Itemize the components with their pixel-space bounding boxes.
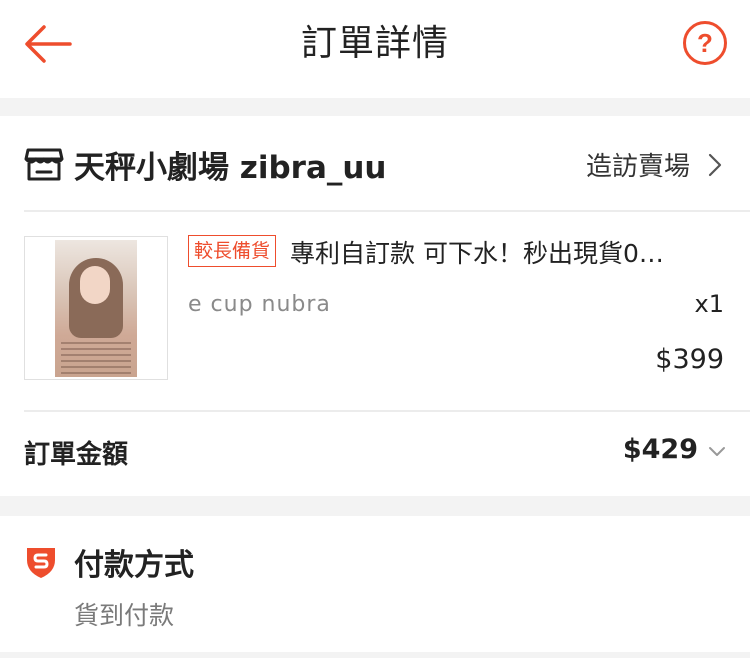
shop-row[interactable]: 天秤小劇場 zibra_uu 造訪賣場 [0,116,750,210]
order-total-label: 訂單金額 [24,440,129,470]
top-app-bar: 訂單詳情 ? [0,0,750,98]
shield-s-icon [27,548,55,578]
preorder-badge: 較長備貨 [188,235,277,267]
order-total-row[interactable]: 訂單金額 $429 [0,412,750,496]
product-photo [55,240,137,377]
help-glyph: ? [697,28,713,58]
product-title: 專利自訂款 可下水！秒出現貨0… [290,239,664,268]
question-circle-icon[interactable]: ? [682,20,728,66]
payment-method-value: 貨到付款 [74,601,175,630]
chevron-right-icon [708,153,722,176]
product-thumbnail[interactable] [24,236,168,380]
chevron-down-icon[interactable] [708,446,726,458]
visit-shop-label: 造訪賣場 [585,152,690,182]
order-card: 天秤小劇場 zibra_uu 造訪賣場 較長備貨 專利自訂款 可下水！秒出現貨0… [0,116,750,496]
page-title: 訂單詳情 [300,23,449,64]
photo-face [80,266,110,304]
payment-method-card: 付款方式 貨到付款 [0,516,750,652]
product-variant: e cup nubra [188,292,331,317]
shop-name: 天秤小劇場 zibra_uu [74,150,387,186]
visit-shop-link[interactable]: 造訪賣場 [586,146,724,183]
storefront-icon [24,148,64,181]
photo-caption-lines [61,342,131,374]
payment-method-title: 付款方式 [74,548,194,583]
order-total-value: $429 [622,434,698,465]
product-item[interactable]: 較長備貨 專利自訂款 可下水！秒出現貨0… e cup nubra x1 $39… [0,212,750,410]
product-price: $399 [655,344,724,375]
product-quantity: x1 [694,290,724,318]
